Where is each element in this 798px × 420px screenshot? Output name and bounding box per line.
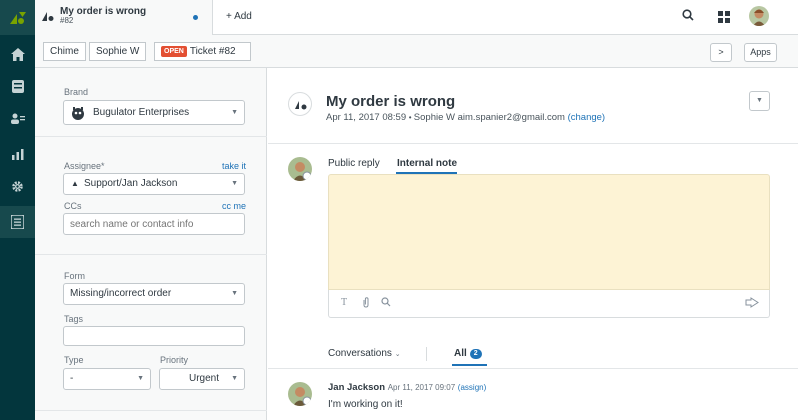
add-tab-button[interactable]: + Add [226,11,252,22]
customers-icon[interactable] [0,102,35,134]
take-it-link[interactable]: take it [222,161,246,171]
ticket-requester[interactable]: Sophie W [414,112,455,123]
status-badge: OPEN [161,46,187,57]
reporting-icon[interactable] [0,138,35,170]
ticket-email: aim.spanier2@gmail.com [457,112,565,123]
priority-value: Urgent [189,373,220,384]
assignee-select[interactable]: ▲ Support/Jan Jackson ▼ [63,173,245,195]
apps-list-icon[interactable] [0,206,35,238]
knowledge-search-icon[interactable] [381,297,391,310]
brand-value: Bugulator Enterprises [93,107,190,118]
priority-select[interactable]: Urgent ▼ [159,368,245,390]
divider [426,347,427,361]
text-format-icon[interactable]: T [341,297,347,308]
divider [35,254,267,255]
chevron-down-icon: ▼ [231,109,238,116]
breadcrumb-requester[interactable]: Sophie W [89,42,147,61]
user-avatar[interactable] [749,6,769,26]
change-requester-link[interactable]: (change) [568,112,606,123]
search-icon[interactable] [682,9,694,24]
conversations-filter[interactable]: Conversations ⌄ [328,348,401,359]
brand-label: Brand [64,87,89,97]
brand-select[interactable]: Bugulator Enterprises ▼ [63,100,245,125]
home-icon[interactable] [0,38,35,70]
agent-avatar [288,157,312,181]
message-author[interactable]: Jan Jackson [328,382,385,393]
count-badge: 2 [469,349,482,359]
views-icon[interactable] [0,70,35,102]
assign-link[interactable]: (assign) [458,383,486,392]
ccs-input[interactable] [63,213,245,235]
chevron-down-icon: ▼ [231,375,238,382]
tab-internal-note[interactable]: Internal note [397,158,457,169]
unsaved-dot [193,15,198,20]
ticket-brand-icon [42,11,55,24]
cc-me-link[interactable]: cc me [222,201,246,211]
breadcrumb-ticket-label: Ticket #82 [189,46,236,57]
assignee-label: Assignee* [64,161,105,171]
ticket-meta: Apr 11, 2017 08:59 • Sophie W aim.spanie… [326,112,605,123]
message-author-avatar [288,382,312,406]
breadcrumb-ticket[interactable]: OPEN Ticket #82 [154,42,251,61]
divider [268,368,798,369]
ticket-options-button[interactable]: ▼ [749,91,770,111]
tags-input[interactable] [63,326,245,346]
product-tray-icon[interactable] [718,11,730,26]
divider [35,410,267,411]
ticket-date: Apr 11, 2017 08:59 [326,112,407,123]
type-select[interactable]: - ▼ [63,368,151,390]
composer-toolbar: T [328,290,770,318]
tab-public-reply[interactable]: Public reply [328,158,380,169]
top-tab-bar: My order is wrong #82 + Add [35,0,798,35]
message-header: Jan Jackson Apr 11, 2017 09:07 (assign) [328,382,486,393]
form-value: Missing/incorrect order [70,288,172,299]
ccs-label: CCs [64,201,82,211]
message-body: I'm working on it! [328,399,403,410]
ticket-tab-number: #82 [60,16,74,25]
chevron-down-icon: ▼ [137,375,144,382]
tab-all[interactable]: All 2 [454,348,482,359]
page-title: My order is wrong [326,93,456,110]
ticket-tab[interactable]: My order is wrong #82 [35,0,213,35]
zendesk-logo-icon[interactable] [0,0,35,35]
internal-note-editor[interactable] [328,174,770,290]
type-value: - [70,373,74,384]
macro-icon[interactable] [745,297,759,311]
apps-button[interactable]: Apps [744,43,777,62]
priority-label: Priority [160,355,189,365]
admin-gear-icon[interactable] [0,170,35,202]
ticket-properties-panel: Brand Bugulator Enterprises ▼ Assignee* … [35,68,267,420]
attachment-icon[interactable] [362,297,370,311]
divider [35,136,267,137]
chevron-down-icon: ⌄ [394,351,401,358]
nav-rail [0,0,35,420]
next-button[interactable]: > [710,43,732,62]
breadcrumb: Chime Sophie W OPEN Ticket #82 > Apps [35,35,798,68]
tags-label: Tags [64,314,84,324]
type-label: Type [64,355,84,365]
ticket-brand-avatar [288,92,312,116]
divider [268,143,798,144]
form-label: Form [64,271,85,281]
brand-logo-icon [71,106,85,124]
conversations-label: Conversations [328,348,392,359]
breadcrumb-org[interactable]: Chime [43,42,86,61]
form-select[interactable]: Missing/incorrect order ▼ [63,283,245,305]
assignee-value: Support/Jan Jackson [84,178,178,189]
message-date: Apr 11, 2017 09:07 [387,383,456,392]
tab-all-label: All [454,348,467,359]
active-tab-indicator [452,364,487,366]
person-icon: ▲ [71,179,79,188]
ticket-main: My order is wrong Apr 11, 2017 08:59 • S… [268,68,798,420]
chevron-down-icon: ▼ [231,180,238,187]
chevron-down-icon: ▼ [231,290,238,297]
